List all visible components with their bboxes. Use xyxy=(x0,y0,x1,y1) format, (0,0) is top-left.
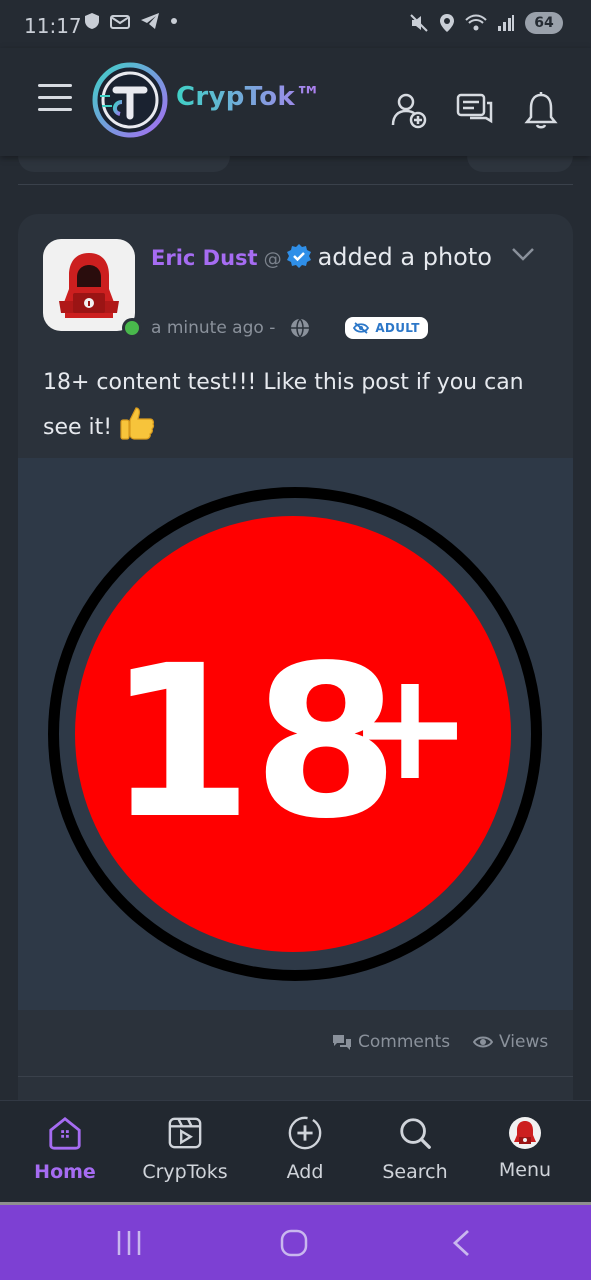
eye-icon xyxy=(473,1036,493,1048)
messages-button[interactable] xyxy=(455,90,495,130)
post-card: Eric Dust @ added a photo a minute ago - A… xyxy=(18,214,573,1114)
mail-icon xyxy=(110,15,130,29)
post-action-text: added a photo xyxy=(317,243,492,271)
recent-apps-icon[interactable] xyxy=(116,1229,142,1257)
search-icon xyxy=(400,1118,431,1149)
shield-icon xyxy=(85,13,99,29)
adult-badge: ADULT xyxy=(345,317,428,339)
telegram-icon xyxy=(141,13,159,29)
comments-icon xyxy=(333,1035,351,1050)
bottom-nav: Home CrypToks Add Search Menu xyxy=(0,1100,591,1203)
nav-cryptoks[interactable]: CrypToks xyxy=(130,1101,240,1203)
eye-slash-icon xyxy=(353,322,370,334)
signal-icon xyxy=(498,15,514,31)
plus-sign-text: + xyxy=(347,640,473,814)
app-header: CrypTok™ xyxy=(0,48,591,156)
nav-menu[interactable]: Menu xyxy=(470,1101,580,1203)
post-meta: a minute ago - ADULT xyxy=(151,317,428,339)
battery-indicator: 64 xyxy=(525,12,563,34)
home-icon xyxy=(49,1116,81,1150)
wifi-icon xyxy=(465,14,487,31)
post-text: 18+ content test!!! Like this post if yo… xyxy=(43,370,524,440)
add-friend-button[interactable] xyxy=(389,90,429,130)
verified-badge-icon xyxy=(286,244,311,268)
post-photo[interactable]: 18 + xyxy=(18,458,573,1010)
at-symbol: @ xyxy=(263,249,282,270)
author-name[interactable]: Eric Dust xyxy=(151,246,258,270)
back-icon[interactable] xyxy=(450,1229,472,1257)
messages-icon xyxy=(456,93,493,124)
mute-icon xyxy=(410,14,428,32)
globe-icon[interactable] xyxy=(289,317,311,339)
post-time: a minute ago - xyxy=(151,318,276,338)
hacker-avatar-icon xyxy=(59,253,119,318)
system-nav-bar xyxy=(0,1205,591,1280)
post-header-text: Eric Dust @ added a photo xyxy=(151,240,501,277)
comments-button[interactable]: Comments xyxy=(332,1032,450,1052)
adult-18-plus-image: 18 + xyxy=(48,487,542,981)
online-status-indicator xyxy=(122,318,142,338)
chevron-down-icon[interactable] xyxy=(511,246,535,262)
post-footer: Comments Views xyxy=(18,1010,573,1077)
notifications-button[interactable] xyxy=(521,90,561,130)
dot-icon xyxy=(171,18,177,24)
cryptok-logo[interactable] xyxy=(92,62,168,138)
video-icon xyxy=(168,1117,202,1149)
nav-add[interactable]: Add xyxy=(250,1101,360,1203)
add-user-icon xyxy=(391,93,427,129)
brand-name[interactable]: CrypTok™ xyxy=(176,82,321,112)
status-bar: 11:17 64 xyxy=(0,0,591,48)
location-icon xyxy=(440,14,454,32)
nav-search[interactable]: Search xyxy=(360,1101,470,1203)
menu-icon[interactable] xyxy=(38,84,72,112)
nav-home[interactable]: Home xyxy=(10,1101,120,1203)
add-icon xyxy=(288,1116,322,1150)
home-system-icon[interactable] xyxy=(280,1229,308,1257)
views-button[interactable]: Views xyxy=(473,1032,548,1052)
bell-icon xyxy=(524,92,558,129)
avatar-icon xyxy=(509,1117,541,1149)
author-avatar[interactable] xyxy=(43,239,135,331)
status-time: 11:17 xyxy=(24,14,82,38)
thumbs-up-emoji xyxy=(120,407,155,440)
